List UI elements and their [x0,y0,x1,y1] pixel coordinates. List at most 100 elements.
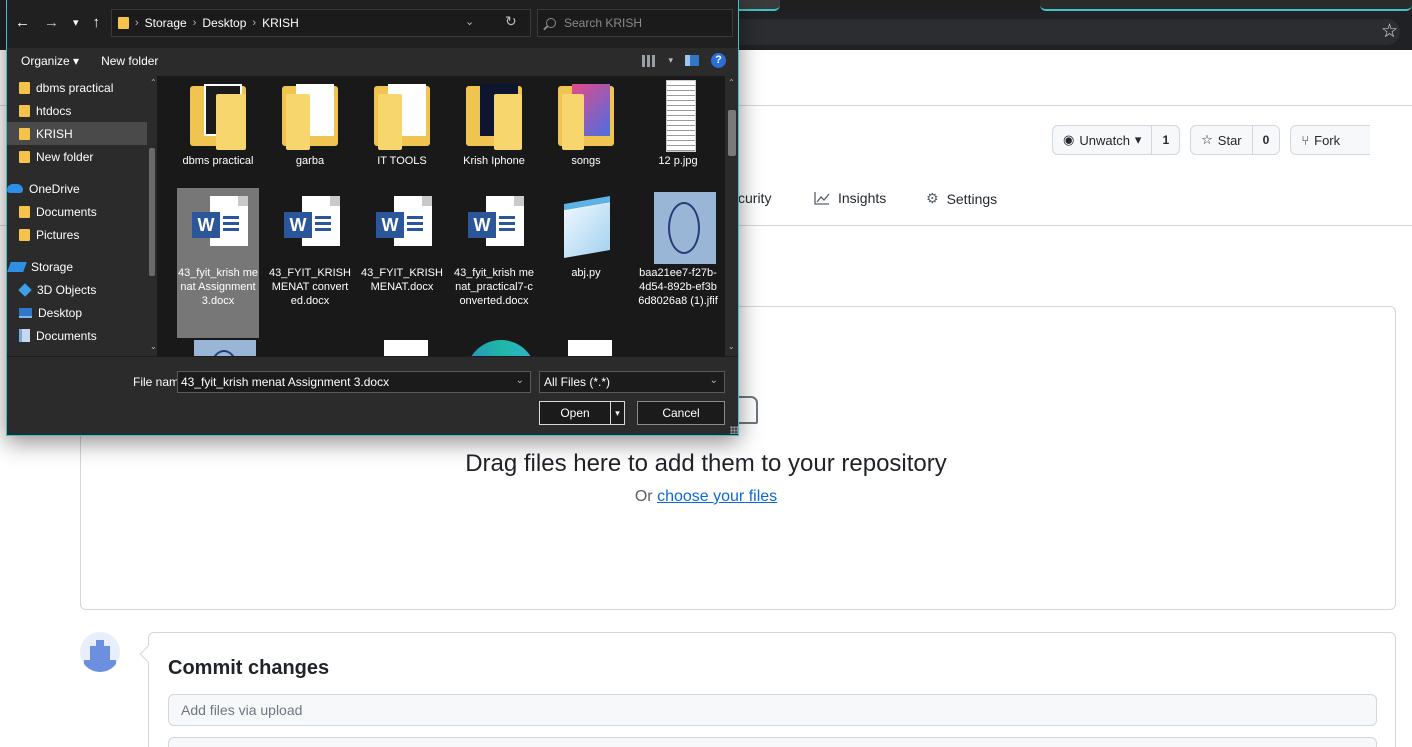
file-item-menat-docx[interactable]: W 43_FYIT_KRISH MENAT.docx [361,188,443,338]
folder-icon [19,150,30,163]
choose-files-link[interactable]: choose your files [657,488,777,505]
star-outline-icon: ☆ [1201,132,1213,147]
breadcrumb-item[interactable]: KRISH [262,16,299,30]
scroll-thumb[interactable] [149,148,155,276]
chevron-down-icon[interactable]: ⌄ [710,375,718,386]
word-document-icon: W [282,192,340,262]
dialog-search-input[interactable]: Search KRISH [537,9,733,37]
help-icon[interactable]: ? [711,53,726,68]
folder-icon [19,228,30,241]
star-count: 0 [1251,126,1280,154]
nav-item-storage[interactable]: Storage [7,255,147,278]
file-name: IT TOOLS [377,155,427,167]
folder-icon [19,104,30,117]
gear-icon: ⚙ [926,190,939,206]
view-options-icon[interactable] [642,54,657,67]
nav-item-dbms-practical[interactable]: dbms practical [7,76,147,99]
chevron-down-icon[interactable]: ⌄ [516,375,524,386]
repo-actions: ◉ Unwatch ▾ 1 ☆ Star 0 ⑂ Fork [1052,125,1371,155]
scroll-up-icon[interactable]: ⌃ [728,78,735,87]
tab-label: Settings [946,190,998,207]
nav-item-documents[interactable]: Documents [7,200,147,223]
nav-item-3d-objects[interactable]: 3D Objects [7,278,147,301]
scroll-up-icon[interactable]: ⌃ [150,78,157,87]
desktop-icon [19,307,32,318]
organize-button[interactable]: Organize ▾ [21,54,79,68]
file-item-assignment-3[interactable]: W 43_fyit_krish menat Assignment 3.docx [177,188,259,338]
tab-security[interactable]: curity [738,190,771,206]
back-arrow-icon[interactable]: ← [15,14,30,32]
file-item[interactable] [453,336,536,356]
nav-item-onedrive[interactable]: OneDrive [7,177,147,200]
commit-description-input[interactable] [168,737,1377,747]
word-document-icon: W [374,192,432,262]
file-item[interactable] [177,336,259,356]
recent-chevron-icon[interactable]: ▾ [73,14,79,32]
file-name-input[interactable]: 43_fyit_krish menat Assignment 3.docx ⌄ [177,371,531,393]
scroll-thumb[interactable] [728,110,736,156]
document-icon [558,340,614,356]
commit-panel [148,632,1396,747]
star-icon[interactable]: ☆ [1381,21,1398,43]
tab-insights[interactable]: Insights [814,190,886,206]
fork-label: Fork [1314,132,1341,148]
star-label: Star [1217,132,1242,148]
open-button[interactable]: Open ▾ [539,401,625,425]
address-bar[interactable] [730,19,1400,45]
search-icon [546,18,556,28]
chevron-down-icon[interactable]: ▾ [668,55,673,66]
breadcrumb-item[interactable]: Desktop [202,16,246,30]
image-icon [190,340,256,356]
nav-pane-scrollbar[interactable]: ⌃ ⌄ [147,76,157,356]
commit-summary-input[interactable]: Add files via upload [168,694,1377,726]
refresh-icon[interactable]: ↻ [505,13,517,30]
file-item-practical7[interactable]: W 43_fyit_krish menat_practical7-convert… [453,188,535,338]
scroll-down-icon[interactable]: ⌄ [728,342,735,351]
file-item-abj-py[interactable]: abj.py [545,188,627,338]
file-grid-scrollbar[interactable]: ⌃ ⌄ [725,76,738,356]
scroll-down-icon[interactable]: ⌄ [150,342,157,351]
commit-summary-placeholder: Add files via upload [181,702,303,718]
folder-icon [118,17,129,29]
chevron-right-icon: › [192,17,197,29]
drive-icon [7,261,27,272]
fork-button[interactable]: ⑂ Fork [1290,125,1371,155]
star-button[interactable]: ☆ Star 0 [1190,125,1281,155]
tab-settings[interactable]: ⚙ Settings [926,190,997,207]
new-folder-button[interactable]: New folder [101,54,158,68]
file-name: dbms practical [182,155,254,167]
cancel-button[interactable]: Cancel [637,401,725,425]
eye-icon: ◉ [1063,132,1075,147]
up-arrow-icon[interactable]: ↑ [93,14,101,32]
file-type-select[interactable]: All Files (*.*) ⌄ [539,371,725,393]
file-name: 43_fyit_krish menat_practical7-converted… [453,267,535,307]
file-name: 43_fyit_krish menat Assignment 3.docx [177,267,259,307]
file-item-converted-docx[interactable]: W 43_FYIT_KRISH MENAT converted.docx [269,188,351,338]
forward-arrow-icon[interactable]: → [44,14,59,32]
nav-item-new-folder[interactable]: New folder [7,145,147,168]
avatar [80,632,120,672]
file-item[interactable] [545,336,627,356]
nav-item-documents-local[interactable]: Documents [7,324,147,347]
chevron-down-icon[interactable]: ▾ [610,402,624,424]
file-name: songs [571,155,601,167]
unwatch-button[interactable]: ◉ Unwatch ▾ 1 [1052,125,1181,155]
file-item[interactable] [361,336,443,356]
nav-item-pictures[interactable]: Pictures [7,223,147,246]
nav-item-desktop[interactable]: Desktop [7,301,147,324]
cloud-icon [7,184,23,193]
document-icon [374,340,430,356]
nav-item-krish[interactable]: KRISH [7,122,147,145]
cube-icon [18,282,32,297]
nav-item-htdocs[interactable]: htdocs [7,99,147,122]
browser-tab[interactable] [1040,0,1412,11]
tab-label: curity [738,190,772,206]
folder-icon [19,81,30,94]
resize-grip[interactable] [730,426,738,434]
folder-icon [466,80,522,150]
file-item-jfif[interactable]: baa21ee7-f27b-4d54-892b-ef3b6d8026a8 (1)… [637,188,719,338]
preview-pane-icon[interactable] [685,55,699,66]
image-icon [650,80,706,152]
chevron-down-icon[interactable]: ⌄ [465,15,474,28]
breadcrumb-item[interactable]: Storage [145,16,187,30]
